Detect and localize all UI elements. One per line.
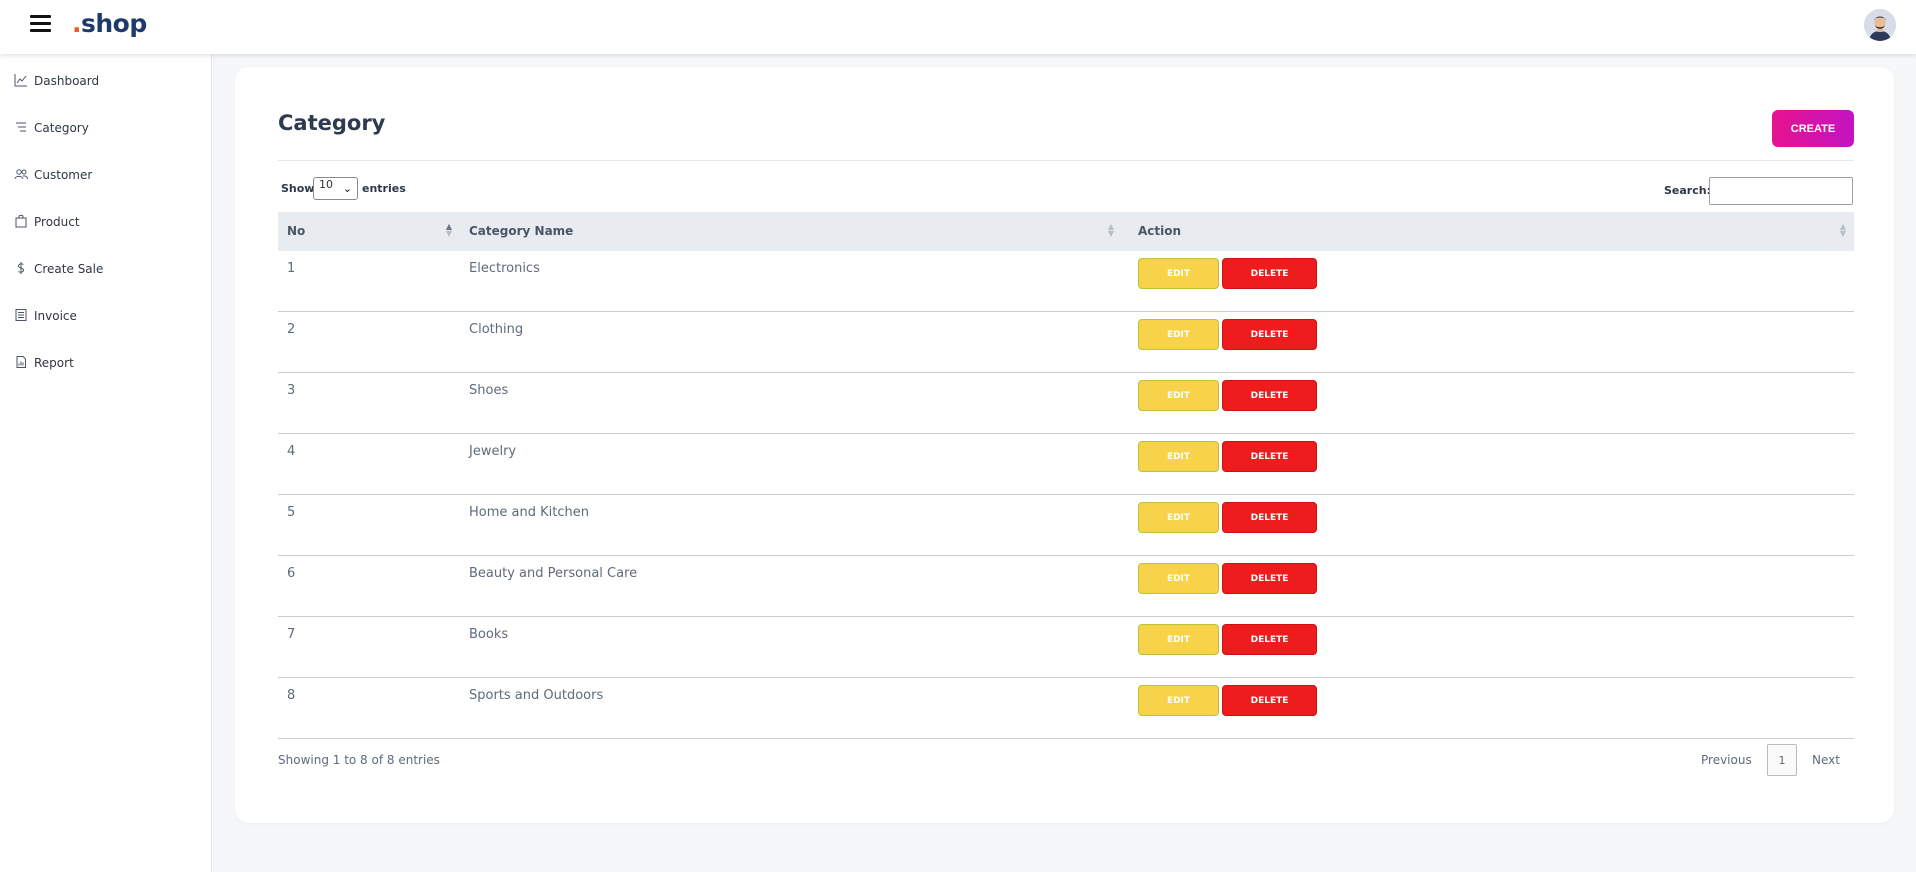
sidebar-item-customer[interactable]: Customer xyxy=(0,160,211,190)
row-number: 3 xyxy=(287,383,296,398)
delete-button[interactable]: DELETE xyxy=(1222,624,1317,655)
sort-icon[interactable]: ▲ ▼ xyxy=(1839,223,1847,238)
category-card: Category CREATE Show 10 ⌄ entries Search… xyxy=(235,67,1894,823)
delete-button[interactable]: DELETE xyxy=(1222,380,1317,411)
category-name: Home and Kitchen xyxy=(469,505,589,520)
hamburger-line xyxy=(30,29,51,32)
report-icon xyxy=(16,356,26,368)
bag-icon xyxy=(15,214,27,228)
sidebar-item-label: Customer xyxy=(34,168,93,182)
search-label: Search: xyxy=(1664,184,1711,197)
hamburger-line xyxy=(30,15,51,18)
row-number: 1 xyxy=(287,261,296,276)
list-icon xyxy=(16,122,26,132)
receipt-icon xyxy=(15,309,27,321)
sidebar-item-label: Report xyxy=(34,356,74,370)
column-header-no[interactable]: No xyxy=(287,224,305,238)
pagination-previous[interactable]: Previous xyxy=(1701,753,1752,767)
users-icon xyxy=(14,169,28,180)
edit-button[interactable]: EDIT xyxy=(1138,319,1219,350)
page-title: Category xyxy=(278,111,386,135)
user-avatar[interactable] xyxy=(1864,9,1896,41)
search-input[interactable] xyxy=(1709,177,1853,205)
table-row: 5 Home and Kitchen EDIT DELETE xyxy=(278,495,1854,556)
pagination-page-1[interactable]: 1 xyxy=(1767,744,1797,776)
edit-button[interactable]: EDIT xyxy=(1138,685,1219,716)
column-header-category-name[interactable]: Category Name xyxy=(469,224,573,238)
avatar-person-icon xyxy=(1864,9,1896,41)
divider xyxy=(278,160,1854,161)
logo-dot: . xyxy=(72,9,82,38)
edit-button[interactable]: EDIT xyxy=(1138,502,1219,533)
table-row: 3 Shoes EDIT DELETE xyxy=(278,373,1854,434)
row-number: 5 xyxy=(287,505,296,520)
edit-button[interactable]: EDIT xyxy=(1138,380,1219,411)
sidebar-item-report[interactable]: Report xyxy=(0,348,211,378)
top-bar: .shop xyxy=(0,0,1916,54)
row-number: 8 xyxy=(287,688,296,703)
delete-button[interactable]: DELETE xyxy=(1222,685,1317,716)
sidebar-item-product[interactable]: Product xyxy=(0,207,211,237)
sort-icon[interactable]: ▲ ▼ xyxy=(445,223,453,238)
table-row: 4 Jewelry EDIT DELETE xyxy=(278,434,1854,495)
table-row: 1 Electronics EDIT DELETE xyxy=(278,251,1854,312)
table-row: 8 Sports and Outdoors EDIT DELETE xyxy=(278,678,1854,739)
entries-select[interactable]: 10 ⌄ xyxy=(313,177,358,200)
delete-button[interactable]: DELETE xyxy=(1222,441,1317,472)
category-name: Shoes xyxy=(469,383,509,398)
row-number: 2 xyxy=(287,322,296,337)
sidebar-item-label: Product xyxy=(34,215,80,229)
edit-button[interactable]: EDIT xyxy=(1138,563,1219,594)
table-info: Showing 1 to 8 of 8 entries xyxy=(278,753,440,767)
pagination-next[interactable]: Next xyxy=(1812,753,1840,767)
brand-logo[interactable]: .shop xyxy=(72,9,147,38)
row-number: 4 xyxy=(287,444,296,459)
table-row: 2 Clothing EDIT DELETE xyxy=(278,312,1854,373)
sidebar-item-label: Create Sale xyxy=(34,262,104,276)
category-name: Electronics xyxy=(469,261,540,276)
show-label: Show xyxy=(281,182,315,195)
logo-text: shop xyxy=(81,9,147,38)
line-chart-icon xyxy=(14,74,27,87)
row-number: 6 xyxy=(287,566,296,581)
edit-button[interactable]: EDIT xyxy=(1138,441,1219,472)
sidebar-item-label: Invoice xyxy=(34,309,77,323)
sidebar-item-invoice[interactable]: Invoice xyxy=(0,301,211,331)
sidebar-item-category[interactable]: Category xyxy=(0,113,211,143)
edit-button[interactable]: EDIT xyxy=(1138,258,1219,289)
chevron-down-icon: ⌄ xyxy=(342,182,352,195)
sidebar-item-label: Category xyxy=(34,121,89,135)
category-name: Sports and Outdoors xyxy=(469,688,604,703)
edit-button[interactable]: EDIT xyxy=(1138,624,1219,655)
category-name: Jewelry xyxy=(469,444,517,459)
table-row: 7 Books EDIT DELETE xyxy=(278,617,1854,678)
sidebar-item-create-sale[interactable]: Create Sale xyxy=(0,254,211,284)
entries-label: entries xyxy=(362,182,406,195)
row-number: 7 xyxy=(287,627,296,642)
sidebar: Dashboard Category Customer Product Crea… xyxy=(0,54,212,872)
entries-select-value: 10 xyxy=(319,178,333,191)
sidebar-item-dashboard[interactable]: Dashboard xyxy=(0,66,211,96)
category-name: Beauty and Personal Care xyxy=(469,566,638,581)
dollar-icon xyxy=(17,262,25,274)
hamburger-menu-icon[interactable] xyxy=(30,15,51,33)
delete-button[interactable]: DELETE xyxy=(1222,502,1317,533)
create-button[interactable]: CREATE xyxy=(1772,110,1854,147)
sidebar-item-label: Dashboard xyxy=(34,74,100,88)
table-row: 6 Beauty and Personal Care EDIT DELETE xyxy=(278,556,1854,617)
delete-button[interactable]: DELETE xyxy=(1222,258,1317,289)
table-header: No ▲ ▼ Category Name ▲ ▼ Action ▲ ▼ xyxy=(278,212,1854,251)
category-name: Clothing xyxy=(469,322,524,337)
sort-icon[interactable]: ▲ ▼ xyxy=(1107,223,1115,238)
hamburger-line xyxy=(30,22,51,25)
category-name: Books xyxy=(469,627,509,642)
delete-button[interactable]: DELETE xyxy=(1222,319,1317,350)
delete-button[interactable]: DELETE xyxy=(1222,563,1317,594)
column-header-action[interactable]: Action xyxy=(1138,224,1181,238)
